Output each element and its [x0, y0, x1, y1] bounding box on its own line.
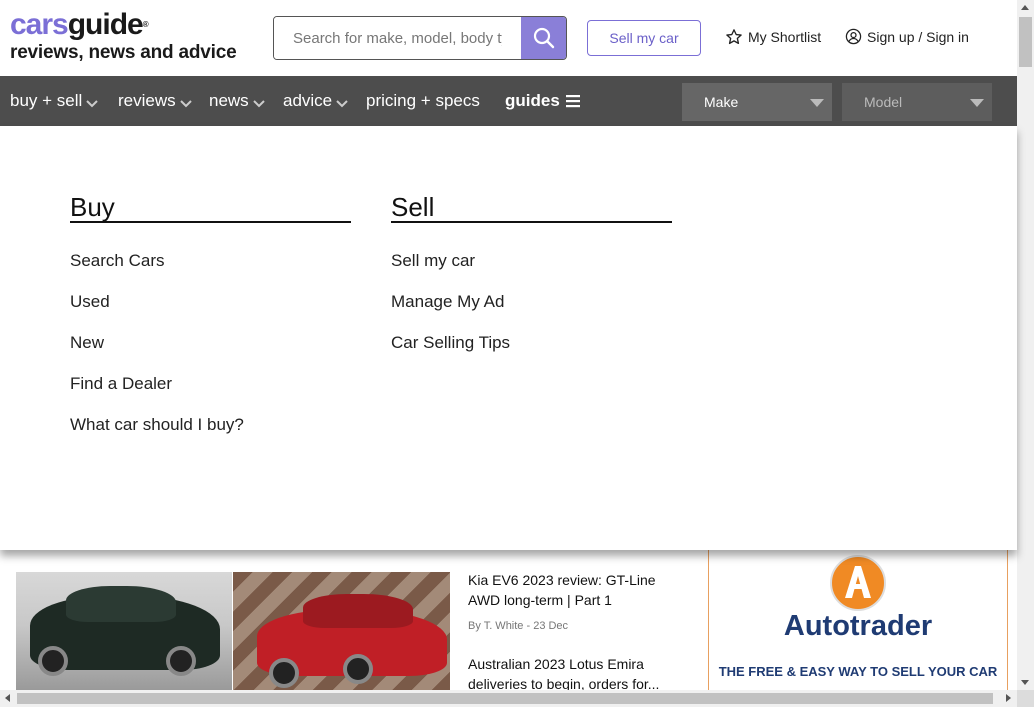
dropdown-arrow-icon — [810, 99, 824, 107]
my-shortlist-link[interactable]: My Shortlist — [725, 28, 821, 46]
menu-link-manage-ad[interactable]: Manage My Ad — [391, 290, 672, 331]
vertical-scrollbar[interactable] — [1017, 0, 1034, 690]
nav-item-buy-sell[interactable]: buy + sell — [10, 76, 99, 126]
sell-my-car-button[interactable]: Sell my car — [587, 20, 701, 56]
chevron-down-icon — [336, 100, 348, 108]
nav-item-pricing-specs[interactable]: pricing + specs — [366, 76, 480, 126]
nav-item-advice[interactable]: advice — [283, 76, 348, 126]
search-icon — [533, 27, 554, 49]
vertical-scroll-thumb[interactable] — [1019, 17, 1032, 67]
menu-link-what-car[interactable]: What car should I buy? — [70, 413, 351, 454]
logo-wordmark: carsguide® — [10, 8, 149, 41]
article-image-alfa[interactable] — [16, 572, 232, 690]
scroll-left-icon[interactable] — [5, 694, 10, 702]
carsguide-logo[interactable]: carsguide® reviews, news and advice — [10, 8, 237, 64]
menu-link-used[interactable]: Used — [70, 290, 351, 331]
horizontal-scroll-thumb[interactable] — [17, 693, 993, 704]
sign-in-link[interactable]: Sign up / Sign in — [845, 28, 969, 45]
search-input[interactable] — [274, 17, 521, 59]
article-title: Australian 2023 Lotus Emira deliveries t… — [468, 656, 660, 692]
sell-links: Sell my car Manage My Ad Car Selling Tip… — [391, 249, 672, 372]
menu-link-new[interactable]: New — [70, 331, 351, 372]
wheel — [38, 646, 68, 676]
model-select[interactable]: Model — [842, 83, 992, 121]
chevron-down-icon — [252, 100, 265, 108]
hamburger-icon — [565, 95, 580, 108]
nav-item-news[interactable]: news — [209, 76, 265, 126]
chevron-down-icon — [86, 100, 99, 108]
scroll-right-icon[interactable] — [1006, 694, 1011, 702]
scrollbar-corner — [1017, 690, 1034, 707]
article-image-peugeot[interactable] — [233, 572, 450, 690]
wheel — [166, 646, 196, 676]
scroll-down-icon[interactable] — [1021, 680, 1029, 685]
ad-tagline: THE FREE & EASY WAY TO SELL YOUR CAR — [718, 664, 998, 679]
page-content: Kia EV6 2023 review: GT-Line AWD long-te… — [0, 550, 1017, 692]
shortlist-label: My Shortlist — [748, 29, 822, 45]
search-button[interactable] — [521, 17, 566, 59]
menu-link-find-dealer[interactable]: Find a Dealer — [70, 372, 351, 413]
menu-link-sell-my-car[interactable]: Sell my car — [391, 249, 672, 290]
dropdown-arrow-icon — [970, 99, 984, 107]
nav-item-guides[interactable]: guides — [505, 76, 582, 126]
buy-heading: Buy — [70, 192, 351, 223]
buy-links: Search Cars Used New Find a Dealer What … — [70, 249, 351, 454]
site-header: carsguide® reviews, news and advice Sell… — [0, 0, 1017, 76]
sell-heading: Sell — [391, 192, 672, 223]
wheel — [343, 654, 373, 684]
article-title: Kia EV6 2023 review: GT-Line AWD long-te… — [468, 572, 656, 608]
buy-column: Buy Search Cars Used New Find a Dealer W… — [70, 192, 351, 454]
article-item[interactable]: Kia EV6 2023 review: GT-Line AWD long-te… — [468, 570, 683, 636]
menu-link-selling-tips[interactable]: Car Selling Tips — [391, 331, 672, 372]
article-byline: By T. White - 23 Dec — [468, 620, 569, 632]
sell-column: Sell Sell my car Manage My Ad Car Sellin… — [391, 192, 672, 372]
autotrader-ad[interactable]: Autotrader THE FREE & EASY WAY TO SELL Y… — [708, 550, 1008, 690]
sign-in-label: Sign up / Sign in — [867, 28, 969, 45]
chevron-down-icon — [179, 100, 192, 108]
scroll-up-icon[interactable] — [1021, 5, 1029, 10]
buy-sell-mega-menu: Buy Search Cars Used New Find a Dealer W… — [0, 126, 1017, 550]
autotrader-logo-icon — [830, 555, 886, 611]
star-icon — [726, 29, 742, 45]
user-icon — [845, 28, 862, 45]
wheel — [269, 658, 299, 688]
ad-brand: Autotrader — [783, 610, 933, 642]
horizontal-scrollbar[interactable] — [0, 690, 1017, 707]
car-cabin — [66, 586, 176, 622]
logo-tagline: reviews, news and advice — [10, 42, 237, 63]
make-select[interactable]: Make — [682, 83, 832, 121]
menu-link-search-cars[interactable]: Search Cars — [70, 249, 351, 290]
nav-item-reviews[interactable]: reviews — [118, 76, 192, 126]
car-cabin — [303, 594, 413, 628]
article-item[interactable]: Australian 2023 Lotus Emira deliveries t… — [468, 654, 683, 694]
search-bar — [273, 16, 567, 60]
